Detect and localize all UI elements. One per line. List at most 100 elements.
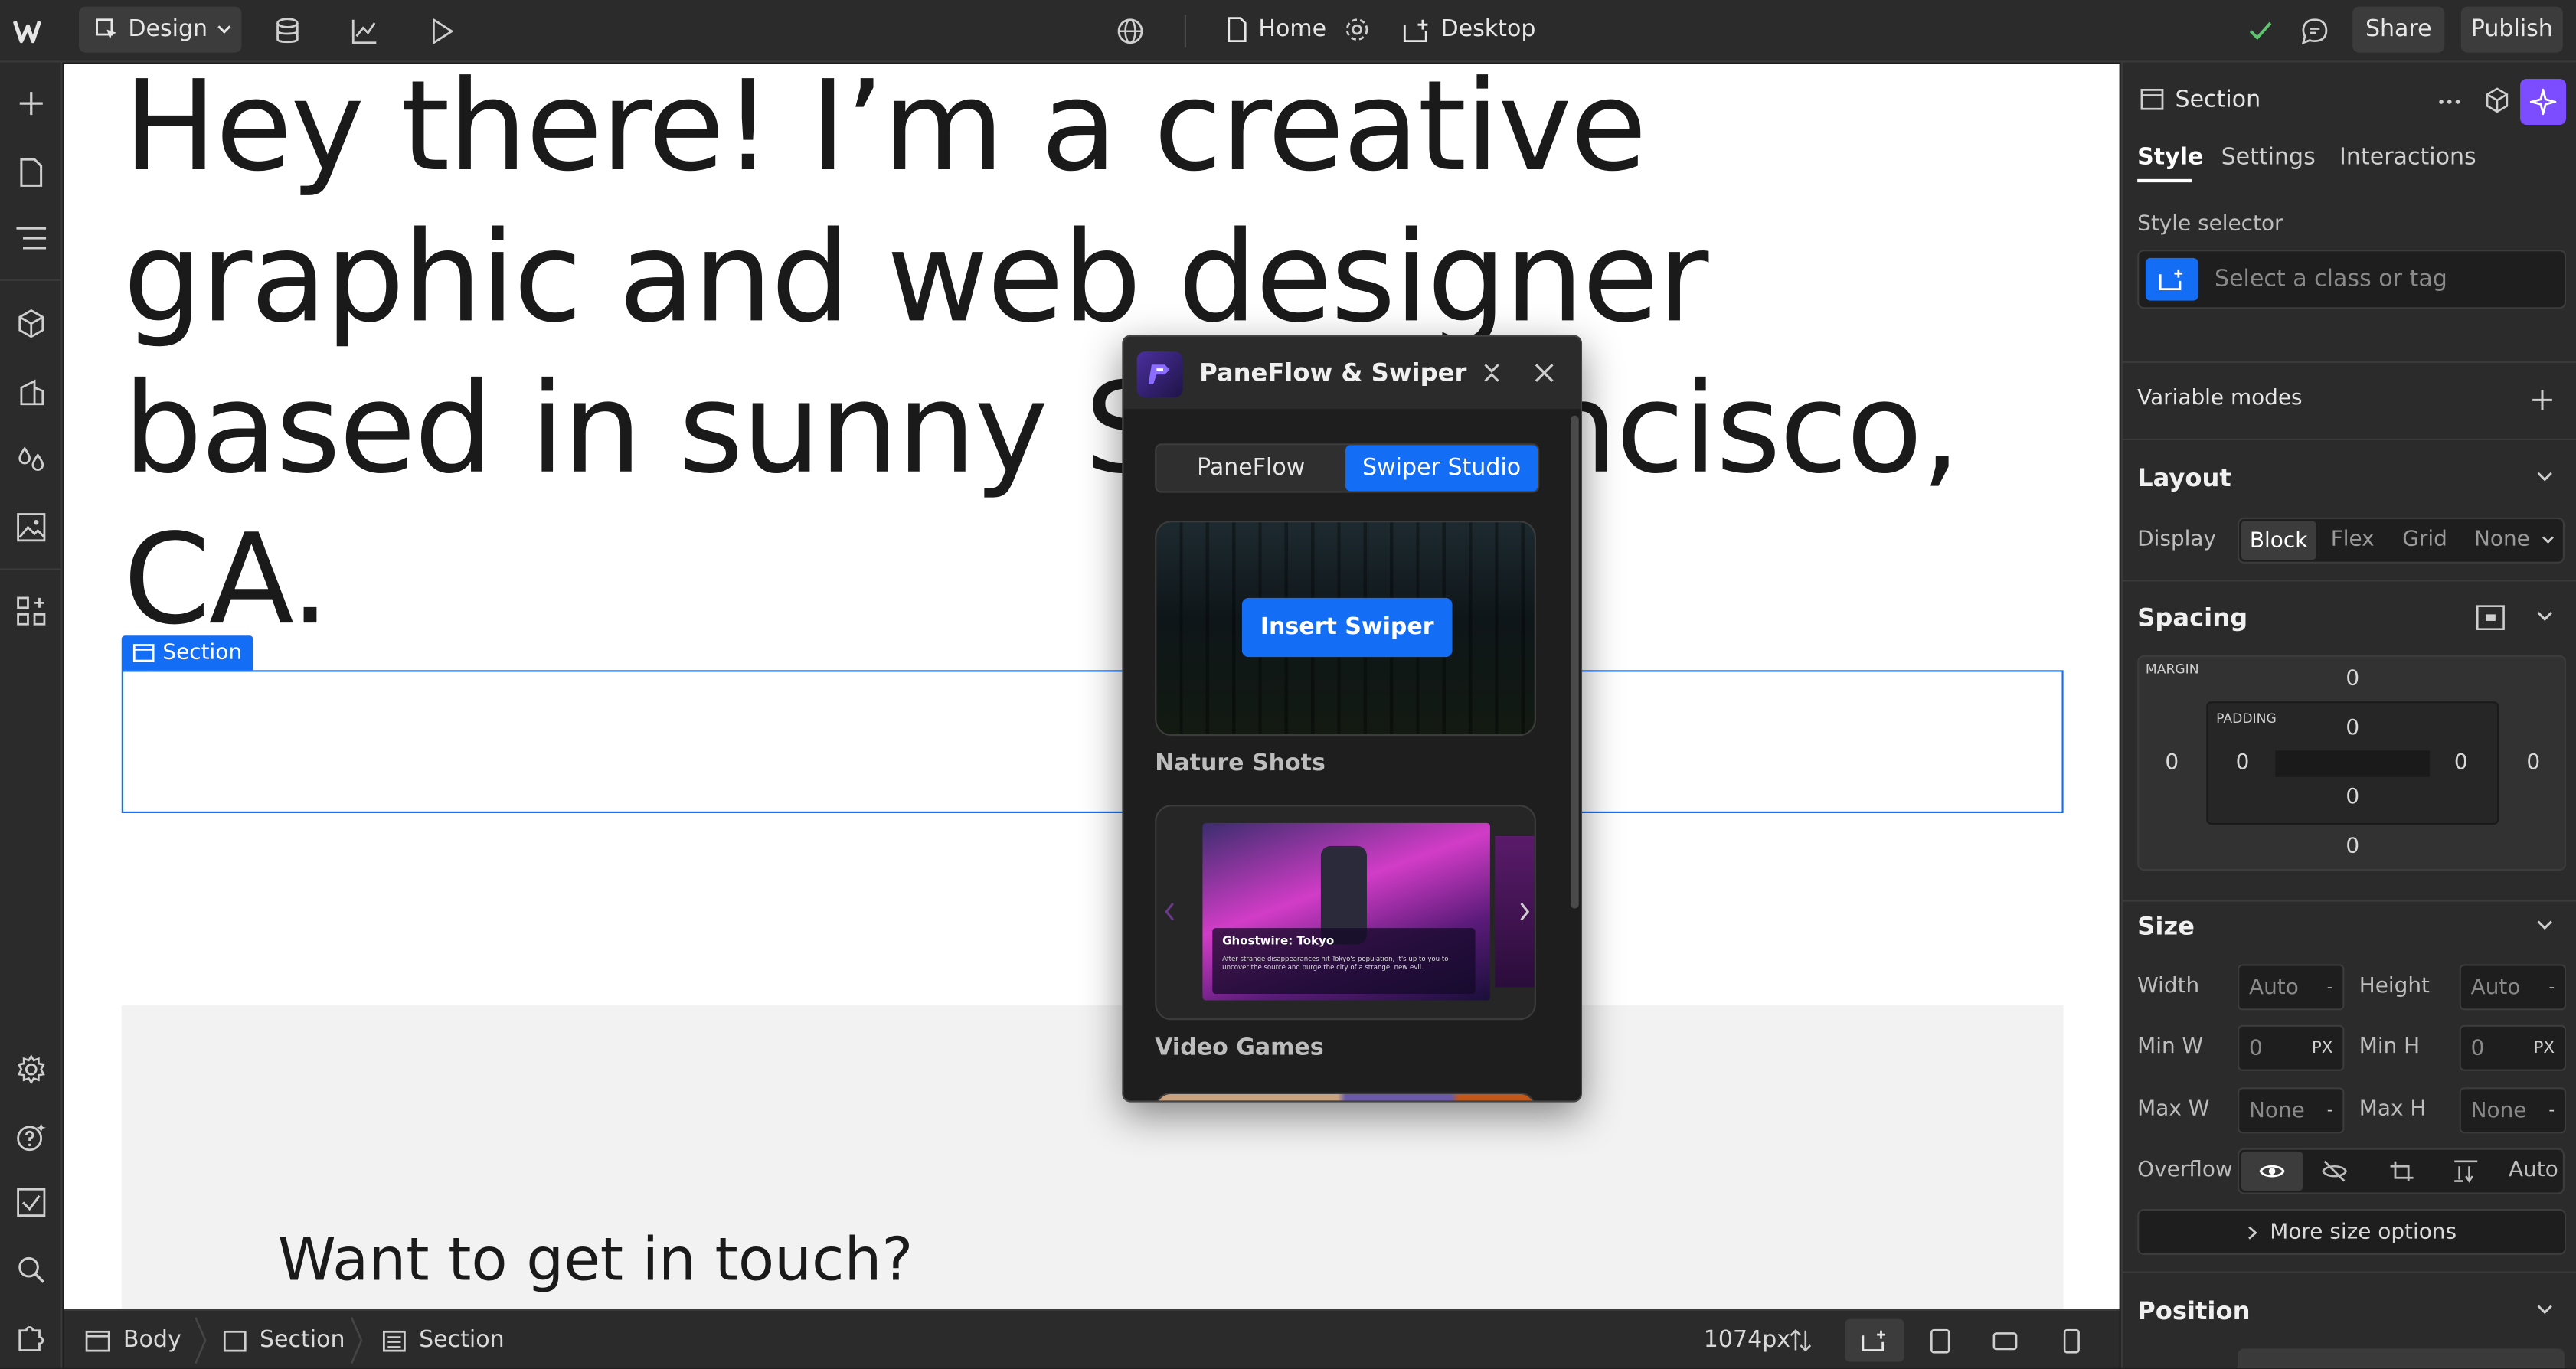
hero-heading[interactable]: Hey there! I’m a creative graphic and we… <box>123 64 2062 655</box>
close-icon[interactable] <box>1535 363 1554 383</box>
spacing-heading[interactable]: Spacing <box>2137 603 2247 632</box>
comments-icon[interactable] <box>2300 16 2330 46</box>
globe-icon[interactable] <box>1116 16 1146 46</box>
publish-button[interactable]: Publish <box>2460 6 2563 53</box>
min-height-unit[interactable]: PX <box>2533 1039 2555 1057</box>
swiper-template-card[interactable] <box>1155 1092 1536 1101</box>
max-height-unit[interactable]: - <box>2548 1101 2555 1119</box>
settings-gear-icon[interactable] <box>13 1051 49 1087</box>
crop-scroll-icon[interactable] <box>2388 1160 2414 1183</box>
apps-grid-icon[interactable] <box>13 593 49 629</box>
contact-heading[interactable]: Want to get in touch? <box>278 1227 914 1295</box>
swiper-template-card[interactable]: Ghostwire: Tokyo After strange disappear… <box>1155 805 1536 1021</box>
pages-icon[interactable] <box>13 155 49 191</box>
prev-arrow-icon[interactable] <box>1163 902 1176 922</box>
style-selector-input[interactable]: Select a class or tag <box>2137 250 2567 309</box>
preview-play-icon[interactable] <box>427 16 457 46</box>
padding-left-value[interactable]: 0 <box>2226 750 2259 775</box>
padding-top-value[interactable]: 0 <box>2336 716 2369 740</box>
tab-style[interactable]: Style <box>2137 145 2203 171</box>
margin-left-value[interactable]: 0 <box>2156 750 2189 775</box>
scroll-icon[interactable] <box>2453 1160 2479 1183</box>
chevron-down-icon[interactable] <box>2536 920 2552 936</box>
tablet-icon[interactable] <box>1930 1328 1950 1354</box>
more-size-options-button[interactable]: More size options <box>2137 1209 2567 1256</box>
apps-puzzle-icon[interactable] <box>13 1319 49 1355</box>
breadcrumb-section-current[interactable]: Section <box>382 1311 505 1368</box>
resize-width-icon[interactable] <box>1789 1328 1812 1352</box>
chevron-down-icon[interactable] <box>2536 472 2552 488</box>
components-cube-icon[interactable] <box>13 305 49 341</box>
audit-checkbox-icon[interactable] <box>13 1184 49 1220</box>
margin-box[interactable]: MARGIN 0 0 0 0 PADDING 0 0 0 0 <box>2137 655 2567 871</box>
insert-swiper-button[interactable]: Insert Swiper <box>1241 597 1453 658</box>
width-input[interactable]: Auto - <box>2238 964 2345 1011</box>
min-height-input[interactable]: 0 PX <box>2459 1024 2567 1071</box>
tab-swiper-studio[interactable]: Swiper Studio <box>1345 445 1538 492</box>
page-settings-gear-icon[interactable] <box>1344 16 1370 42</box>
overflow-auto-option[interactable]: Auto <box>2509 1158 2558 1183</box>
cms-database-icon[interactable] <box>273 16 302 46</box>
selected-section-outline[interactable] <box>121 670 2064 813</box>
navigator-icon[interactable] <box>13 220 49 256</box>
padding-box[interactable]: PADDING 0 0 0 0 <box>2206 701 2499 825</box>
position-select[interactable] <box>2238 1348 2565 1369</box>
style-manager-icon[interactable] <box>13 374 49 410</box>
add-elements-plus-icon[interactable] <box>13 86 49 122</box>
layout-heading[interactable]: Layout <box>2137 463 2231 493</box>
more-options-icon[interactable] <box>2438 99 2461 106</box>
chevron-down-icon[interactable] <box>2536 1304 2552 1320</box>
position-heading[interactable]: Position <box>2137 1296 2250 1326</box>
ai-assistant-button[interactable] <box>2520 78 2567 126</box>
design-mode-button[interactable]: Design <box>78 6 242 53</box>
analytics-chart-icon[interactable] <box>350 16 380 46</box>
design-canvas[interactable]: Hey there! I’m a creative graphic and we… <box>64 64 2120 1309</box>
min-width-unit[interactable]: PX <box>2312 1039 2333 1057</box>
display-block-option[interactable]: Block <box>2241 521 2317 560</box>
breadcrumb-body[interactable]: Body <box>85 1311 181 1368</box>
tab-settings[interactable]: Settings <box>2221 145 2316 171</box>
max-width-unit[interactable]: - <box>2327 1101 2333 1119</box>
overflow-visible-option[interactable] <box>2241 1151 2303 1191</box>
breadcrumb-section[interactable]: Section <box>223 1311 345 1368</box>
mobile-landscape-icon[interactable] <box>1992 1332 2018 1351</box>
display-flex-option[interactable]: Flex <box>2325 528 2381 552</box>
component-cube-icon[interactable] <box>2484 87 2510 113</box>
display-grid-option[interactable]: Grid <box>2397 528 2453 552</box>
margin-right-value[interactable]: 0 <box>2517 750 2550 775</box>
spacing-mode-icon[interactable] <box>2476 605 2506 631</box>
selector-chip[interactable] <box>2145 257 2198 301</box>
chevron-down-icon[interactable] <box>2536 611 2552 627</box>
share-button[interactable]: Share <box>2352 6 2445 53</box>
height-input[interactable]: Auto - <box>2459 964 2567 1011</box>
margin-top-value[interactable]: 0 <box>2336 667 2369 691</box>
width-unit[interactable]: - <box>2327 979 2333 997</box>
assets-image-icon[interactable] <box>13 509 49 545</box>
min-width-input[interactable]: 0 PX <box>2238 1024 2345 1071</box>
variables-drops-icon[interactable] <box>13 440 49 476</box>
next-arrow-icon[interactable] <box>1518 902 1531 922</box>
padding-bottom-value[interactable]: 0 <box>2336 786 2369 810</box>
max-width-input[interactable]: None - <box>2238 1087 2345 1134</box>
selected-element-label[interactable]: Section <box>121 635 254 671</box>
page-selector[interactable]: Home <box>1225 7 1326 53</box>
max-height-input[interactable]: None - <box>2459 1087 2567 1134</box>
height-unit[interactable]: - <box>2548 979 2555 997</box>
collapse-icon[interactable] <box>1482 361 1502 384</box>
size-heading[interactable]: Size <box>2137 912 2195 942</box>
desktop-view-button[interactable] <box>1845 1318 1904 1362</box>
tab-interactions[interactable]: Interactions <box>2339 145 2476 171</box>
webflow-logo-icon[interactable] <box>13 15 49 47</box>
chevron-down-icon[interactable] <box>2542 535 2555 545</box>
display-none-option[interactable]: None <box>2470 528 2535 552</box>
mobile-portrait-icon[interactable] <box>2063 1328 2080 1354</box>
breakpoint-selector[interactable]: Desktop <box>1403 7 1535 53</box>
panel-scrollbar[interactable] <box>1571 415 1579 909</box>
add-plus-icon[interactable] <box>2532 389 2553 410</box>
swiper-template-card[interactable]: Insert Swiper <box>1155 521 1536 737</box>
margin-bottom-value[interactable]: 0 <box>2336 835 2369 859</box>
tab-paneflow[interactable]: PaneFlow <box>1156 445 1345 491</box>
search-icon[interactable] <box>13 1252 49 1288</box>
help-question-icon[interactable] <box>13 1119 49 1155</box>
padding-right-value[interactable]: 0 <box>2444 750 2477 775</box>
